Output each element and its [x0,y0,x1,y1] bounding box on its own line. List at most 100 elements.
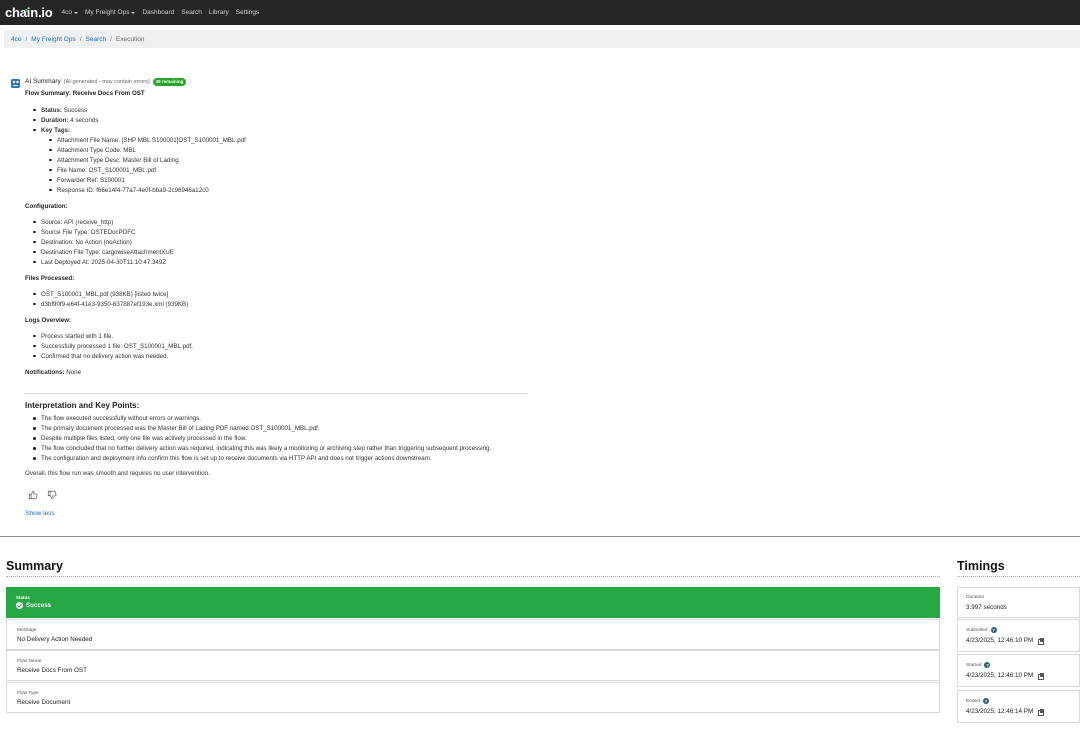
row-label: Message [17,628,37,633]
row-label: Flow Type [17,691,39,696]
list-item: Attachment Type Desc: Master Bill of Lad… [49,156,530,166]
interpretation-list: The flow executed successfully without e… [25,414,545,464]
thumbs-up-icon[interactable] [28,490,38,500]
nav-library[interactable]: Library [209,9,229,16]
list-item: Successfully processed 1 file: OST_S1000… [33,342,530,352]
logs-overview-heading: Logs Overview: [25,317,72,324]
nav-dashboard[interactable]: Dashboard [142,9,174,16]
breadcrumb-separator: / [25,35,28,43]
ai-summary-header: AI Summary (AI-generated - may contain e… [11,75,187,88]
row-value: No Delivery Action Needed [17,636,93,643]
chevron-down-icon [131,11,136,14]
nav-org-menu[interactable]: 4co [62,9,79,16]
section-divider [0,536,1080,537]
row-value: 3.997 seconds [966,604,1007,611]
status-card: Status Success [6,587,940,618]
summary-row-flow-type: Flow Type Receive Document [6,682,940,713]
status-value: Success [16,602,940,609]
list-item: The configuration and deployment info co… [33,454,545,464]
nav-settings[interactable]: Settings [236,9,260,16]
notifications-line: Notifications: None [25,369,82,376]
configuration-list: Source: API (receive_http) Source File T… [33,218,530,268]
list-item: Response ID: f66e14f4-77a7-4e0f-bba9-2c9… [49,186,530,196]
files-list: OST_S100001_MBL.pdf (938KB) [listed twic… [33,290,530,310]
breadcrumb-freight-ops[interactable]: My Freight Ops [31,36,75,43]
configuration-heading: Configuration: [25,203,68,210]
timings-title: Timings [957,559,1005,573]
list-item: Source: API (receive_http) [33,218,530,228]
remaining-badge: 49 remaining [152,77,187,86]
logo-dot [25,9,28,12]
nav-freight-ops-menu[interactable]: My Freight Ops [85,9,136,16]
summary-title: Summary [6,559,63,573]
list-item: Despite multiple files listed, only one … [33,434,545,444]
timing-duration: Duration 3.997 seconds [957,587,1080,618]
list-item: Destination File Type: cargowiseAttachme… [33,248,530,258]
thumbs-down-icon[interactable] [47,490,57,500]
top-nav: chain.io 4co My Freight Ops Dashboard Se… [0,0,1080,25]
breadcrumb-org[interactable]: 4co [11,36,21,43]
check-circle-icon [16,602,23,609]
list-item: Key Tags: Attachment File Name: [SHP MBL… [33,126,530,196]
list-item: Source File Type: OSTEDocPDFC [33,228,530,238]
nav-links: 4co My Freight Ops Dashboard Search Libr… [62,9,267,16]
summary-row-flow-name: Flow Name Receive Docs From OST [6,650,940,681]
breadcrumb: 4co / My Freight Ops / Search / Executio… [4,30,1080,48]
flow-summary-list: Status: Success Duration: 4 seconds Key … [33,106,530,196]
row-value: Receive Document [17,699,71,706]
interpretation-heading: Interpretation and Key Points: [25,401,140,410]
row-label: Started? [966,662,991,668]
chevron-down-icon [74,11,79,14]
timings-rule [957,576,1080,577]
timing-ended: Ended? 4/23/2025, 12:46:14 PM [957,690,1080,723]
divider [25,393,528,394]
summary-rule [6,576,940,577]
logs-list: Process started with 1 file. Successfull… [33,332,530,362]
list-item: Forwarder Ref: S100001 [49,176,530,186]
ai-summary-body: Flow Summary: Receive Docs From OST Stat… [25,89,530,378]
row-label: Ended? [966,698,989,704]
list-item: The flow executed successfully without e… [33,414,545,424]
list-item: Status: Success [33,106,530,116]
nav-search[interactable]: Search [181,9,202,16]
breadcrumb-search[interactable]: Search [86,36,107,43]
list-item: Attachment Type Code: MBL [49,146,530,156]
copy-icon[interactable] [1038,672,1045,680]
logo[interactable]: chain.io [5,5,53,20]
overall-summary: Overall, this flow run was smooth and re… [25,470,210,477]
timing-submitted: Submitted? 4/23/2025, 12:46:10 PM [957,619,1080,652]
list-item: The primary document processed was the M… [33,424,545,434]
help-icon[interactable]: ? [982,698,989,704]
list-item: d3bf90f9-e64f-41e3-9350-637887ef193e.xml… [33,300,530,310]
list-item: File Name: OST_S100001_MBL.pdf [49,166,530,176]
list-item: Duration: 4 seconds [33,116,530,126]
ai-disclaimer: (AI-generated - may contain errors) [63,78,150,85]
show-less-link[interactable]: Show less [25,510,55,517]
help-icon[interactable]: ? [990,627,997,633]
help-icon[interactable]: ? [984,662,991,668]
key-tags-list: Attachment File Name: [SHP MBL S100001]O… [49,136,530,196]
row-value: 4/23/2025, 12:46:14 PM [966,708,1079,716]
list-item: Attachment File Name: [SHP MBL S100001]O… [49,136,530,146]
ai-summary-title: AI Summary [25,78,61,85]
status-label: Status [16,595,30,600]
list-item: Destination: No Action (noAction) [33,238,530,248]
row-label: Submitted? [966,627,997,633]
list-item: OST_S100001_MBL.pdf (938KB) [listed twic… [33,290,530,300]
copy-icon[interactable] [1038,708,1045,716]
timing-started: Started? 4/23/2025, 12:46:10 PM [957,654,1080,687]
summary-row-message: Message No Delivery Action Needed [6,619,940,650]
files-processed-heading: Files Processed: [25,275,75,282]
row-label: Duration [966,595,985,600]
row-label: Flow Name [17,659,42,664]
robot-icon [11,79,20,88]
flow-summary-heading: Flow Summary: Receive Docs From OST [25,90,145,97]
list-item: The flow concluded that no further deliv… [33,444,545,454]
list-item: Confirmed that no delivery action was ne… [33,352,530,362]
row-value: Receive Docs From OST [17,667,87,674]
row-value: 4/23/2025, 12:46:10 PM [966,672,1079,680]
copy-icon[interactable] [1038,637,1045,645]
feedback-buttons [28,490,66,500]
breadcrumb-separator: / [79,35,82,43]
list-item: Last Deployed At: 2025-04-30T11:10:47.34… [33,258,530,268]
